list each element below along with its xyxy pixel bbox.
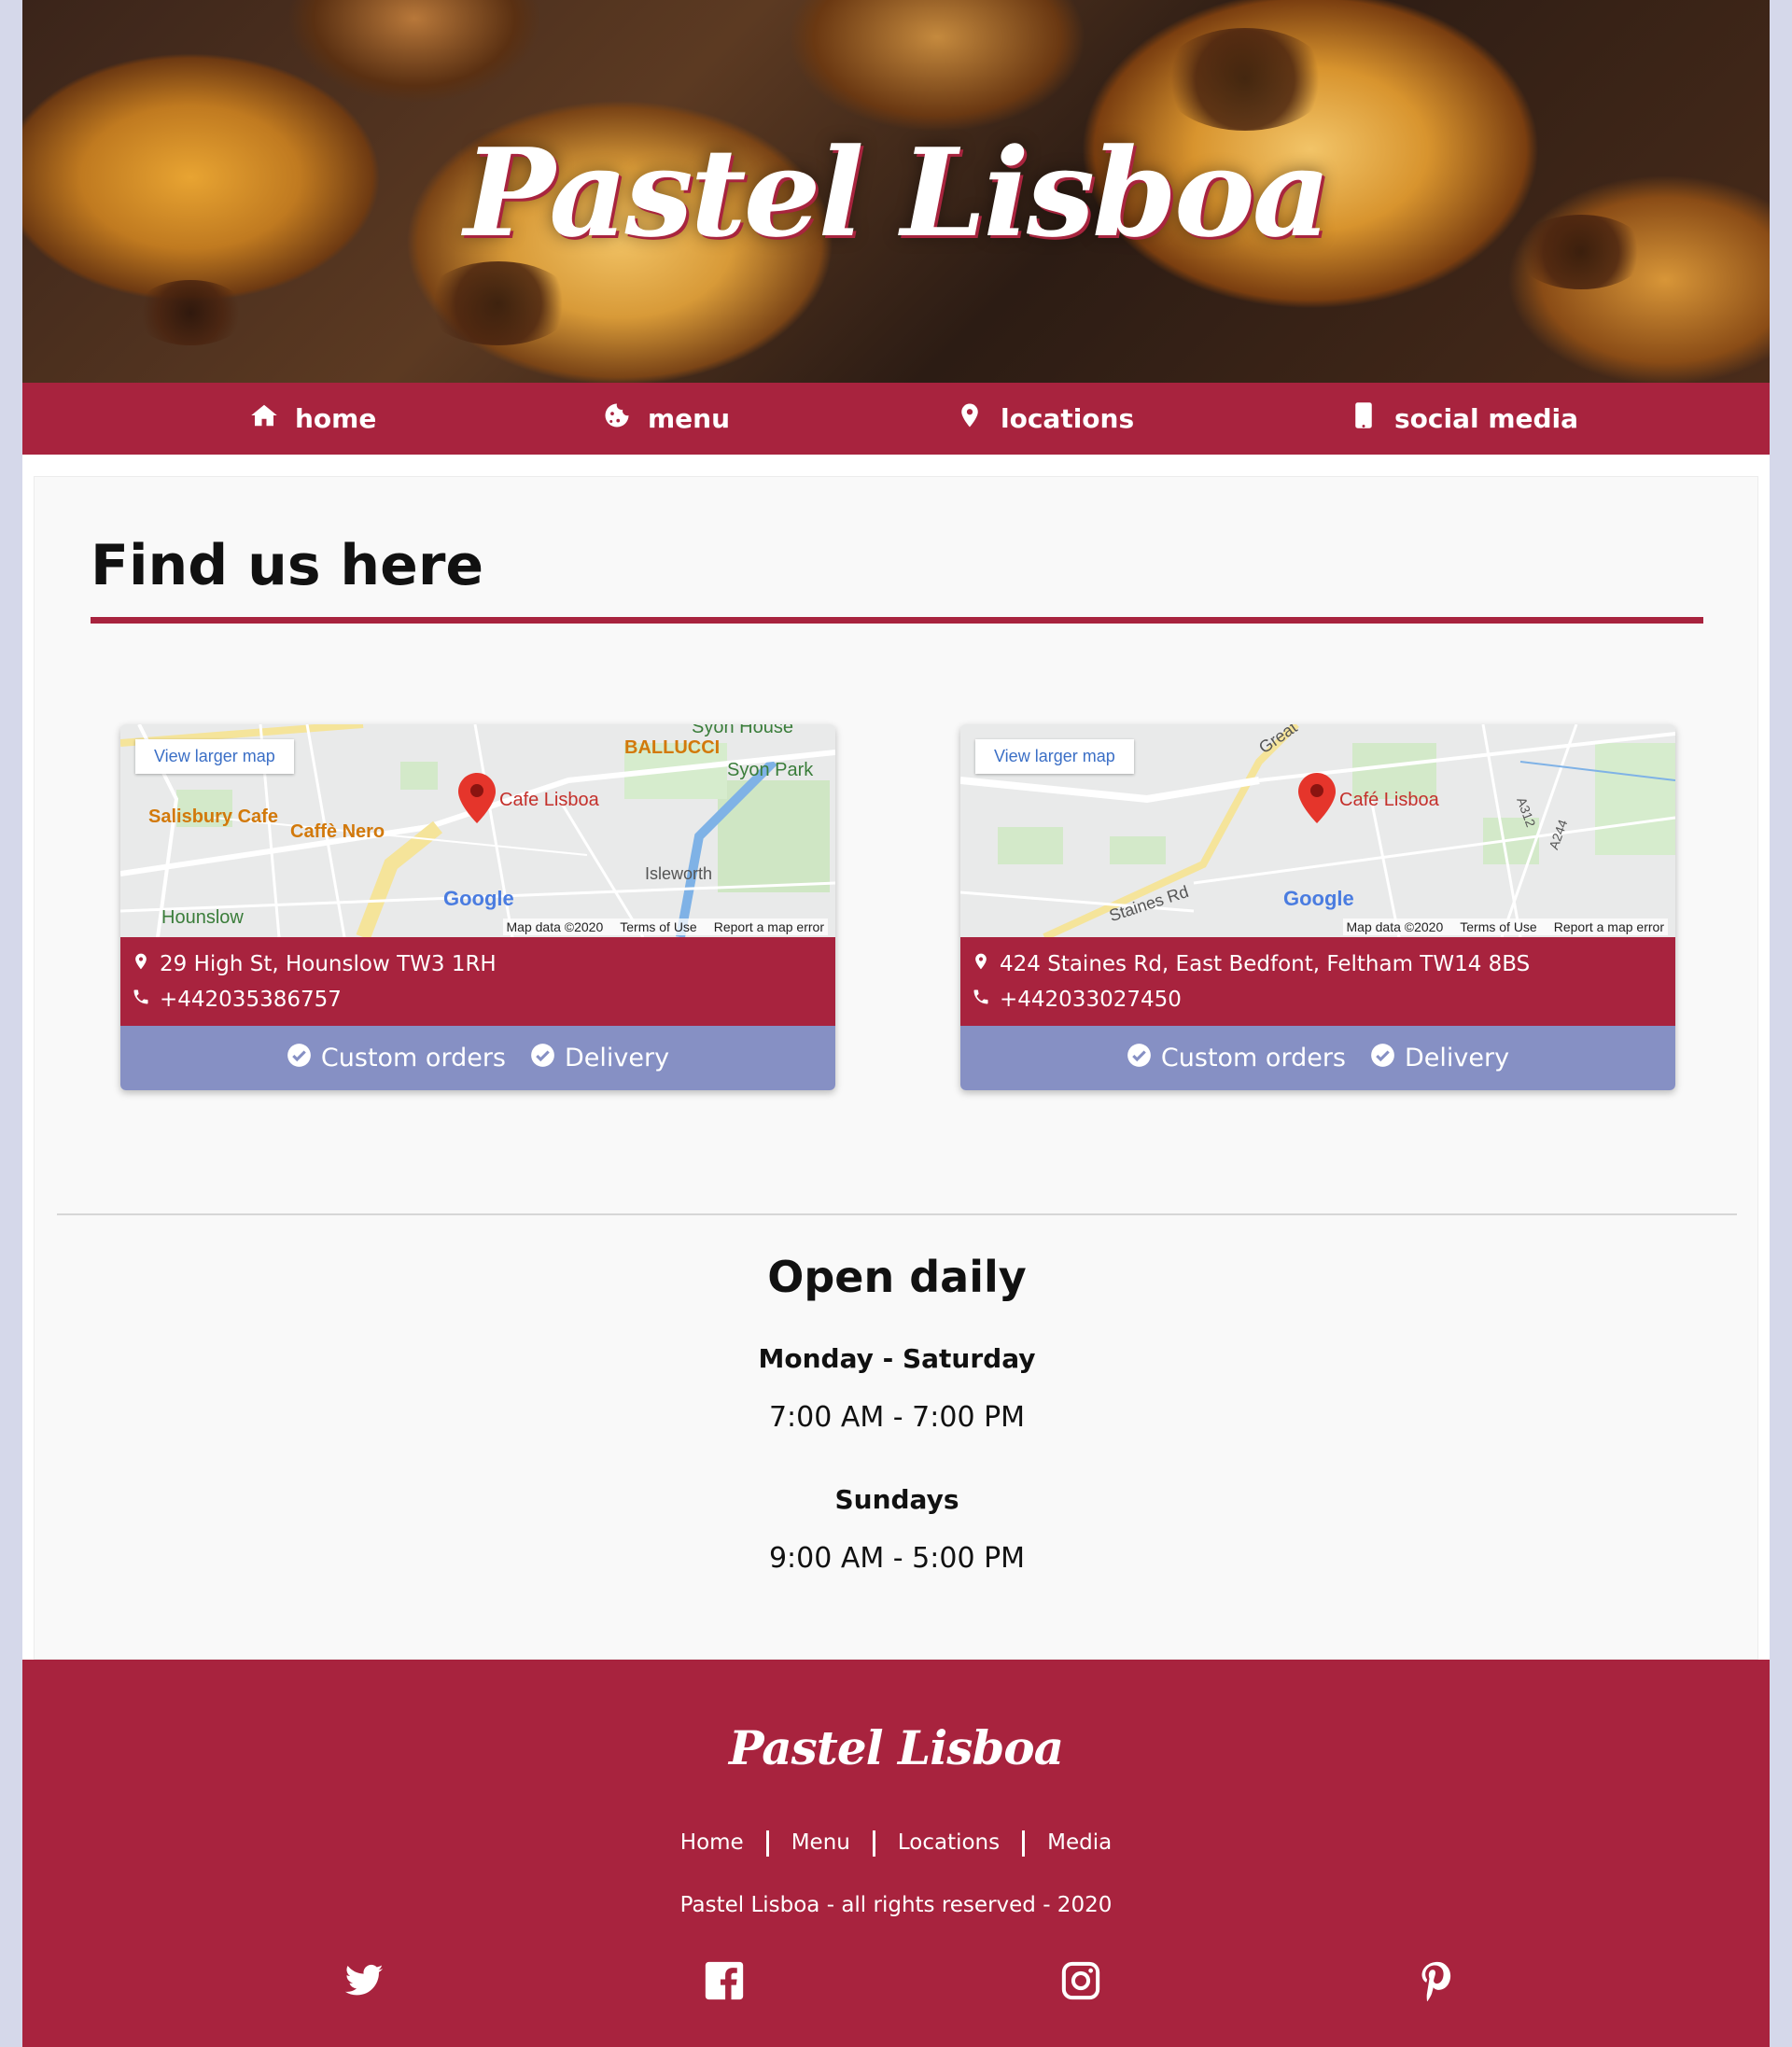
facebook-icon[interactable] [704,1960,745,2001]
nav-menu[interactable]: menu [603,383,730,455]
map-label: Hounslow [161,907,244,928]
map-footer: Map data ©2020 Terms of Use Report a map… [1342,918,1668,935]
cookie-icon [603,401,631,436]
map-label: Salisbury Cafe [148,806,278,827]
check-circle-icon [1127,1043,1152,1074]
map-pin-icon [956,401,984,436]
location-card-hounslow: View larger map BALLUCCI Syon Park Syon … [120,724,835,1090]
copyright-text: Pastel Lisboa - all rights reserved - 20… [679,1893,1113,1917]
twitter-icon[interactable] [343,1960,385,2001]
instagram-icon[interactable] [1060,1960,1101,2001]
hero-banner: Pastel Lisboa [22,0,1770,383]
main-nav: home menu locations social media [22,383,1770,455]
map-label: Syon Park [727,760,814,780]
map-marker-icon[interactable] [1298,773,1336,823]
service-tags: Custom orders Delivery [120,1026,835,1090]
tag-label: Delivery [1405,1044,1510,1073]
map-label: Caffè Nero [290,821,385,842]
map-pin-label: Café Lisboa [1339,790,1439,810]
footer-logo[interactable]: Pastel Lisboa [22,1720,1770,1775]
embedded-map[interactable]: View larger map BALLUCCI Syon Park Syon … [120,724,835,937]
phone-link[interactable]: +442033027450 [1000,988,1182,1012]
view-larger-map-button[interactable]: View larger map [975,739,1134,774]
weekday-label: Monday - Saturday [758,1343,1036,1374]
nav-locations[interactable]: locations [956,383,1134,455]
address-text: 29 High St, Hounslow TW3 1RH [160,952,497,976]
phone-icon [132,987,150,1013]
footer-link-menu[interactable]: Menu [769,1830,873,1857]
address-text: 424 Staines Rd, East Bedfont, Feltham TW… [1000,952,1531,976]
footer-link-media[interactable]: Media [1025,1830,1134,1857]
map-data-text: Map data ©2020 [1346,919,1444,934]
map-pin-icon [972,951,990,977]
tag-label: Delivery [565,1044,670,1073]
phone-icon [972,987,990,1013]
footer-nav: Home Menu Locations Media [22,1830,1770,1857]
view-larger-map-button[interactable]: View larger map [135,739,294,774]
tag-label: Custom orders [1160,1044,1346,1073]
nav-menu-label: menu [648,403,731,434]
hours-title: Open daily [767,1252,1027,1302]
nav-home[interactable]: home [250,383,376,455]
location-info: 424 Staines Rd, East Bedfont, Feltham TW… [960,937,1675,1026]
mobile-phone-icon [1350,401,1378,436]
map-label: Syon House [692,724,793,737]
nav-social-media-label: social media [1394,403,1579,434]
google-logo: Google [443,887,514,910]
sunday-hours: 9:00 AM - 5:00 PM [768,1542,1026,1575]
delivery-tag: Delivery [530,1043,669,1074]
nav-social-media[interactable]: social media [1350,383,1578,455]
map-data-text: Map data ©2020 [506,919,604,934]
tag-label: Custom orders [320,1044,506,1073]
delivery-tag: Delivery [1370,1043,1509,1074]
pinterest-icon[interactable] [1417,1960,1458,2002]
page-title: Find us here [91,533,484,598]
terms-link[interactable]: Terms of Use [620,919,696,934]
location-card-feltham: View larger map Staines Rd Great A312 A2… [960,724,1675,1090]
footer-link-home[interactable]: Home [658,1830,766,1857]
hero-title: Pastel Lisboa [464,121,1331,264]
report-error-link[interactable]: Report a map error [714,919,824,934]
heading-rule [91,617,1703,624]
footer-link-locations[interactable]: Locations [875,1830,1022,1857]
phone-link[interactable]: +442035386757 [160,988,342,1012]
map-label: BALLUCCI [624,737,721,758]
nav-locations-label: locations [1001,403,1135,434]
map-pin-icon [132,951,150,977]
nav-home-label: home [295,403,377,434]
page: Pastel Lisboa home menu locations social… [22,0,1770,2047]
map-label: Isleworth [645,864,713,883]
location-info: 29 High St, Hounslow TW3 1RH +4420353867… [120,937,835,1026]
service-tags: Custom orders Delivery [960,1026,1675,1090]
check-circle-icon [1370,1043,1395,1074]
section-divider [57,1213,1737,1215]
check-circle-icon [287,1043,312,1074]
map-pin-label: Cafe Lisboa [499,790,599,810]
report-error-link[interactable]: Report a map error [1554,919,1664,934]
embedded-map[interactable]: View larger map Staines Rd Great A312 A2… [960,724,1675,937]
map-marker-icon[interactable] [458,773,496,823]
main-content: Find us here View larger map BALLUCCI Sy… [34,476,1758,1660]
map-footer: Map data ©2020 Terms of Use Report a map… [502,918,828,935]
google-logo: Google [1283,887,1354,910]
check-circle-icon [530,1043,555,1074]
sunday-label: Sundays [834,1484,959,1515]
footer: Pastel Lisboa Home Menu Locations Media … [22,1660,1770,2047]
weekday-hours: 7:00 AM - 7:00 PM [768,1401,1026,1434]
terms-link[interactable]: Terms of Use [1460,919,1536,934]
custom-orders-tag: Custom orders [287,1043,506,1074]
home-icon [250,401,278,436]
custom-orders-tag: Custom orders [1127,1043,1346,1074]
